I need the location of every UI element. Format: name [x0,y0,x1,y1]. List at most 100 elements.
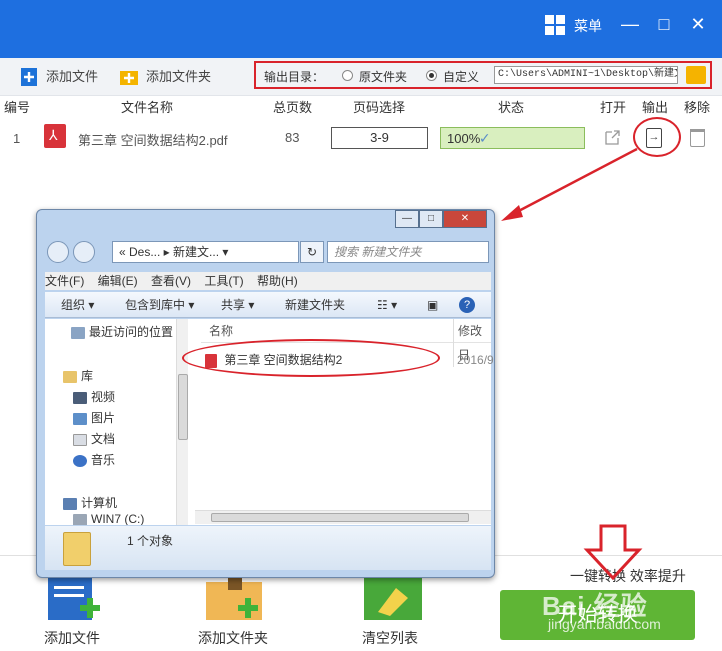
clear-list-icon[interactable] [364,576,422,620]
watermark-url: jingyan.baidu.com [548,616,661,632]
col-output: 输出 [642,100,669,115]
output-label: 输出目录： [264,70,325,84]
bottom-add-folder-label[interactable]: 添加文件夹 [198,628,268,648]
cmd-organize[interactable]: 组织 ▾ [61,292,94,318]
menu-edit[interactable]: 编辑(E) [98,274,138,288]
bottom-add-file-label[interactable]: 添加文件 [44,628,100,648]
nav-library[interactable]: 库 [63,367,93,385]
add-file-large-icon[interactable] [46,576,104,620]
add-file-button[interactable]: 添加文件 [20,67,98,87]
pdf-icon [44,124,66,148]
back-icon[interactable] [47,241,69,263]
nav-drive-label: WIN7 (C:) [91,512,145,525]
explorer-close-button[interactable]: ✕ [443,210,487,228]
add-folder-button[interactable]: 添加文件夹 [120,67,211,87]
nav-video[interactable]: 视频 [73,388,115,406]
file-highlight-ellipse [182,339,440,377]
nav-music[interactable]: 音乐 [73,451,115,469]
radio-custom[interactable] [426,70,437,81]
library-icon [63,370,77,383]
cmd-share[interactable]: 共享 ▾ [221,292,254,318]
output-directory-box: 输出目录： 原文件夹 自定义 C:\Users\ADMINI~1\Desktop… [254,61,712,89]
explorer-maximize-button[interactable]: □ [419,210,443,228]
nav-recent-label: 最近访问的位置 [89,325,174,339]
details-pane: 1 个对象 [45,526,491,570]
drive-icon [73,513,87,525]
documents-icon [73,433,87,446]
explorer-minimize-button[interactable]: — [395,210,419,228]
delete-icon[interactable] [690,129,705,147]
row-index: 1 [13,131,21,146]
address-bar[interactable]: « Des... ▸ 新建文... ▾ [112,241,299,263]
menu-grid-icon[interactable] [545,15,565,35]
nav-computer[interactable]: 计算机 [63,494,117,512]
col-status: 状态 [498,100,525,115]
navigation-pane: 最近访问的位置 库 视频 图片 文档 音乐 计算机 WIN7 (C:) [45,319,184,525]
computer-icon [63,497,77,510]
cmd-include-library[interactable]: 包含到库中 ▾ [125,292,194,318]
nav-drive[interactable]: WIN7 (C:) [73,512,144,525]
minimize-button[interactable]: — [618,12,642,36]
col-range: 页码选择 [353,100,406,115]
clear-list-label[interactable]: 清空列表 [362,628,418,648]
explorer-commandbar: 组织 ▾ 包含到库中 ▾ 共享 ▾ 新建文件夹 ☷ ▾ ▣ ? [45,292,491,318]
explorer-content: 最近访问的位置 库 视频 图片 文档 音乐 计算机 WIN7 (C:) 名称 修… [45,319,494,525]
col-name-header[interactable]: 名称 [209,319,233,343]
nav-library-label: 库 [81,369,94,383]
file-hscrollbar[interactable] [195,510,491,524]
pictures-icon [73,412,87,425]
recent-icon [71,326,85,339]
preview-pane-icon[interactable]: ▣ [427,292,438,318]
file-item-date: 2016/9 [457,353,494,367]
cmd-new-folder[interactable]: 新建文件夹 [285,292,345,318]
output-path-field[interactable]: C:\Users\ADMINI~1\Desktop\新建文 [494,66,678,84]
add-folder-label: 添加文件夹 [146,69,212,84]
pointer-arrow-icon [501,147,638,221]
add-file-icon [21,68,37,86]
nav-documents-label: 文档 [91,432,116,446]
radio-custom-label: 自定义 [443,70,480,84]
menu-button[interactable]: 菜单 [574,16,602,36]
help-icon[interactable]: ? [459,297,475,313]
explorer-search-input[interactable]: 搜索 新建文件夹 [327,241,489,263]
add-file-label: 添加文件 [46,69,99,84]
row-pages: 83 [285,130,300,145]
view-options-icon[interactable]: ☷ ▾ [377,292,397,318]
open-file-icon[interactable] [604,129,621,146]
browse-folder-icon[interactable] [686,66,706,84]
page-range-input[interactable]: 3-9 [331,127,428,149]
maximize-button[interactable]: □ [652,12,676,36]
radio-original[interactable] [342,70,353,81]
down-arrow-icon [583,524,643,581]
add-folder-large-icon[interactable] [206,576,264,620]
row-filename: 第三章 空间数据结构2.pdf [78,133,228,148]
explorer-menubar: 文件(F) 编辑(E) 查看(V) 工具(T) 帮助(H) [45,272,491,290]
menu-help[interactable]: 帮助(H) [257,274,298,288]
nav-scrollbar[interactable] [176,319,188,525]
music-icon [73,454,87,467]
col-open: 打开 [600,100,627,115]
progress-text: 100% [447,131,481,146]
video-icon [73,391,87,404]
object-count: 1 个对象 [127,534,174,548]
nav-music-label: 音乐 [91,453,116,467]
menu-view[interactable]: 查看(V) [151,274,191,288]
menu-file[interactable]: 文件(F) [45,274,84,288]
nav-recent[interactable]: 最近访问的位置 [71,323,173,341]
folder-icon [63,532,91,566]
col-index: 编号 [4,100,31,115]
col-filename: 文件名称 [121,100,174,115]
nav-pictures-label: 图片 [91,411,116,425]
nav-scroll-thumb[interactable] [178,374,188,440]
check-icon: ✓ [478,130,491,146]
close-button[interactable]: ✕ [686,12,710,36]
nav-documents[interactable]: 文档 [73,430,115,448]
explorer-window: — □ ✕ « Des... ▸ 新建文... ▾ ↻ 搜索 新建文件夹 文件(… [36,209,495,578]
forward-icon[interactable] [73,241,95,263]
menu-tools[interactable]: 工具(T) [204,274,243,288]
add-folder-icon [120,71,138,85]
file-hscroll-thumb[interactable] [211,513,469,522]
nav-pictures[interactable]: 图片 [73,409,115,427]
col-remove: 移除 [684,100,711,115]
refresh-icon[interactable]: ↻ [300,241,324,263]
